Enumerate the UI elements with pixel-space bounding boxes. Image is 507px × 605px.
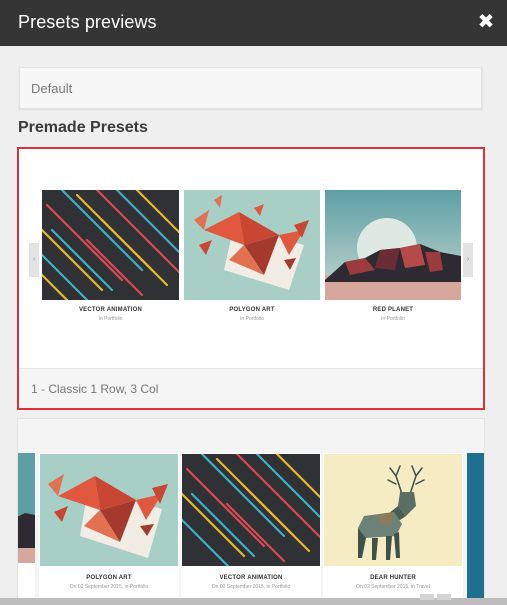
scroll-right-button[interactable]: [437, 594, 451, 600]
item-title: VECTOR ANIMATION: [78, 307, 143, 313]
vector-animation-thumbnail: [42, 190, 179, 300]
preview-item[interactable]: POLYGON ART In Portfolio: [184, 190, 320, 322]
preview-item[interactable]: RED PLANET In Portfolio: [325, 190, 461, 322]
preview-item[interactable]: VECTOR ANIMATION On 02 September 2015, i…: [181, 453, 321, 603]
item-category: In Portfolio: [240, 316, 264, 322]
preview-item-partial: [467, 453, 484, 603]
item-meta: On 02 September 2015, in Portfolio: [69, 584, 149, 590]
item-category: In Portfolio: [98, 316, 123, 322]
preview-item[interactable]: POLYGON ART On 02 September 2015, in Por…: [39, 453, 179, 603]
scroll-left-button[interactable]: [420, 594, 434, 600]
preview-item[interactable]: DEAR HUNTER On 02 September 2015, in Tra…: [323, 453, 463, 603]
preset-caption: 1 - Classic 1 Row, 3 Col: [31, 382, 159, 396]
preview-item-partial: [18, 453, 35, 603]
red-planet-thumbnail: [325, 190, 461, 300]
polygon-art-thumbnail: [184, 190, 320, 300]
close-icon[interactable]: ✖: [474, 10, 498, 34]
dialog-content[interactable]: Default Premade Presets ‹ › VECTOR ANIMA…: [0, 46, 507, 605]
polygon-art-thumbnail: [40, 454, 178, 566]
chevron-left-icon[interactable]: ‹: [29, 243, 39, 277]
default-preset-option[interactable]: Default: [19, 67, 482, 109]
preset-preview: POLYGON ART On 02 September 2015, in Por…: [18, 453, 484, 605]
item-title: VECTOR ANIMATION: [219, 575, 283, 581]
preview-item[interactable]: VECTOR ANIMATION In Portfolio: [42, 190, 179, 322]
item-title: POLYGON ART: [229, 307, 275, 313]
item-meta: On 02 September 2015, in Portfolio: [211, 584, 291, 590]
dear-hunter-thumbnail: [324, 454, 462, 566]
preset-preview: ‹ › VECTOR ANIMATION In Portfolio POLYGO…: [19, 149, 483, 367]
item-category: In Portfolio: [381, 316, 405, 322]
vector-animation-thumbnail: [182, 454, 320, 566]
chevron-right-icon[interactable]: ›: [463, 243, 473, 277]
item-meta: On 02 September 2015, in Travel: [356, 584, 430, 590]
dialog-title: Presets previews: [18, 12, 157, 32]
item-title: RED PLANET: [372, 307, 414, 313]
preset-caption-bar: 1 - Classic 1 Row, 3 Col: [19, 368, 483, 408]
preset-card[interactable]: POLYGON ART On 02 September 2015, in Por…: [17, 418, 485, 605]
default-preset-label: Default: [31, 81, 73, 96]
preset-card-selected[interactable]: ‹ › VECTOR ANIMATION In Portfolio POLYGO…: [17, 147, 485, 410]
section-title: Premade Presets: [18, 119, 148, 136]
dialog-titlebar: Presets previews ✖: [0, 0, 507, 46]
item-title: DEAR HUNTER: [370, 575, 416, 581]
item-title: POLYGON ART: [86, 575, 132, 581]
